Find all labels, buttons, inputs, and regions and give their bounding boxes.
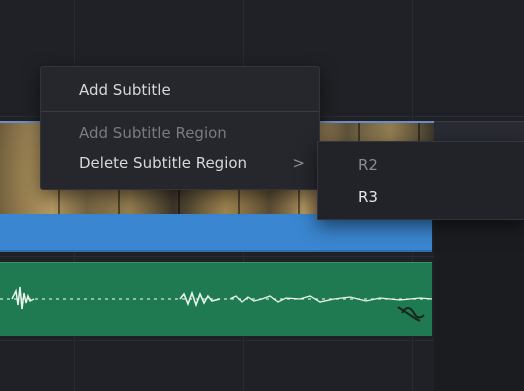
- submenu: R2 R3: [317, 141, 524, 220]
- menu-item-add-subtitle[interactable]: Add Subtitle: [41, 75, 319, 105]
- menu-item-label: Add Subtitle: [79, 81, 171, 99]
- submenu-item-r2[interactable]: R2: [318, 150, 524, 180]
- context-menu: Add Subtitle Add Subtitle Region Delete …: [40, 66, 320, 190]
- menu-item-add-subtitle-region: Add Subtitle Region: [41, 118, 319, 148]
- submenu-item-r3[interactable]: R3: [318, 182, 524, 212]
- audio-waveform: [0, 286, 432, 322]
- menu-separator: [41, 111, 319, 112]
- audio-clip[interactable]: [0, 262, 432, 336]
- menu-item-label: Add Subtitle Region: [79, 124, 227, 142]
- menu-item-label: Delete Subtitle Region: [79, 154, 248, 172]
- menu-item-delete-subtitle-region[interactable]: Delete Subtitle Region >: [41, 148, 319, 178]
- submenu-item-label: R3: [358, 188, 378, 206]
- chevron-right-icon: >: [292, 154, 305, 172]
- submenu-item-label: R2: [358, 156, 378, 174]
